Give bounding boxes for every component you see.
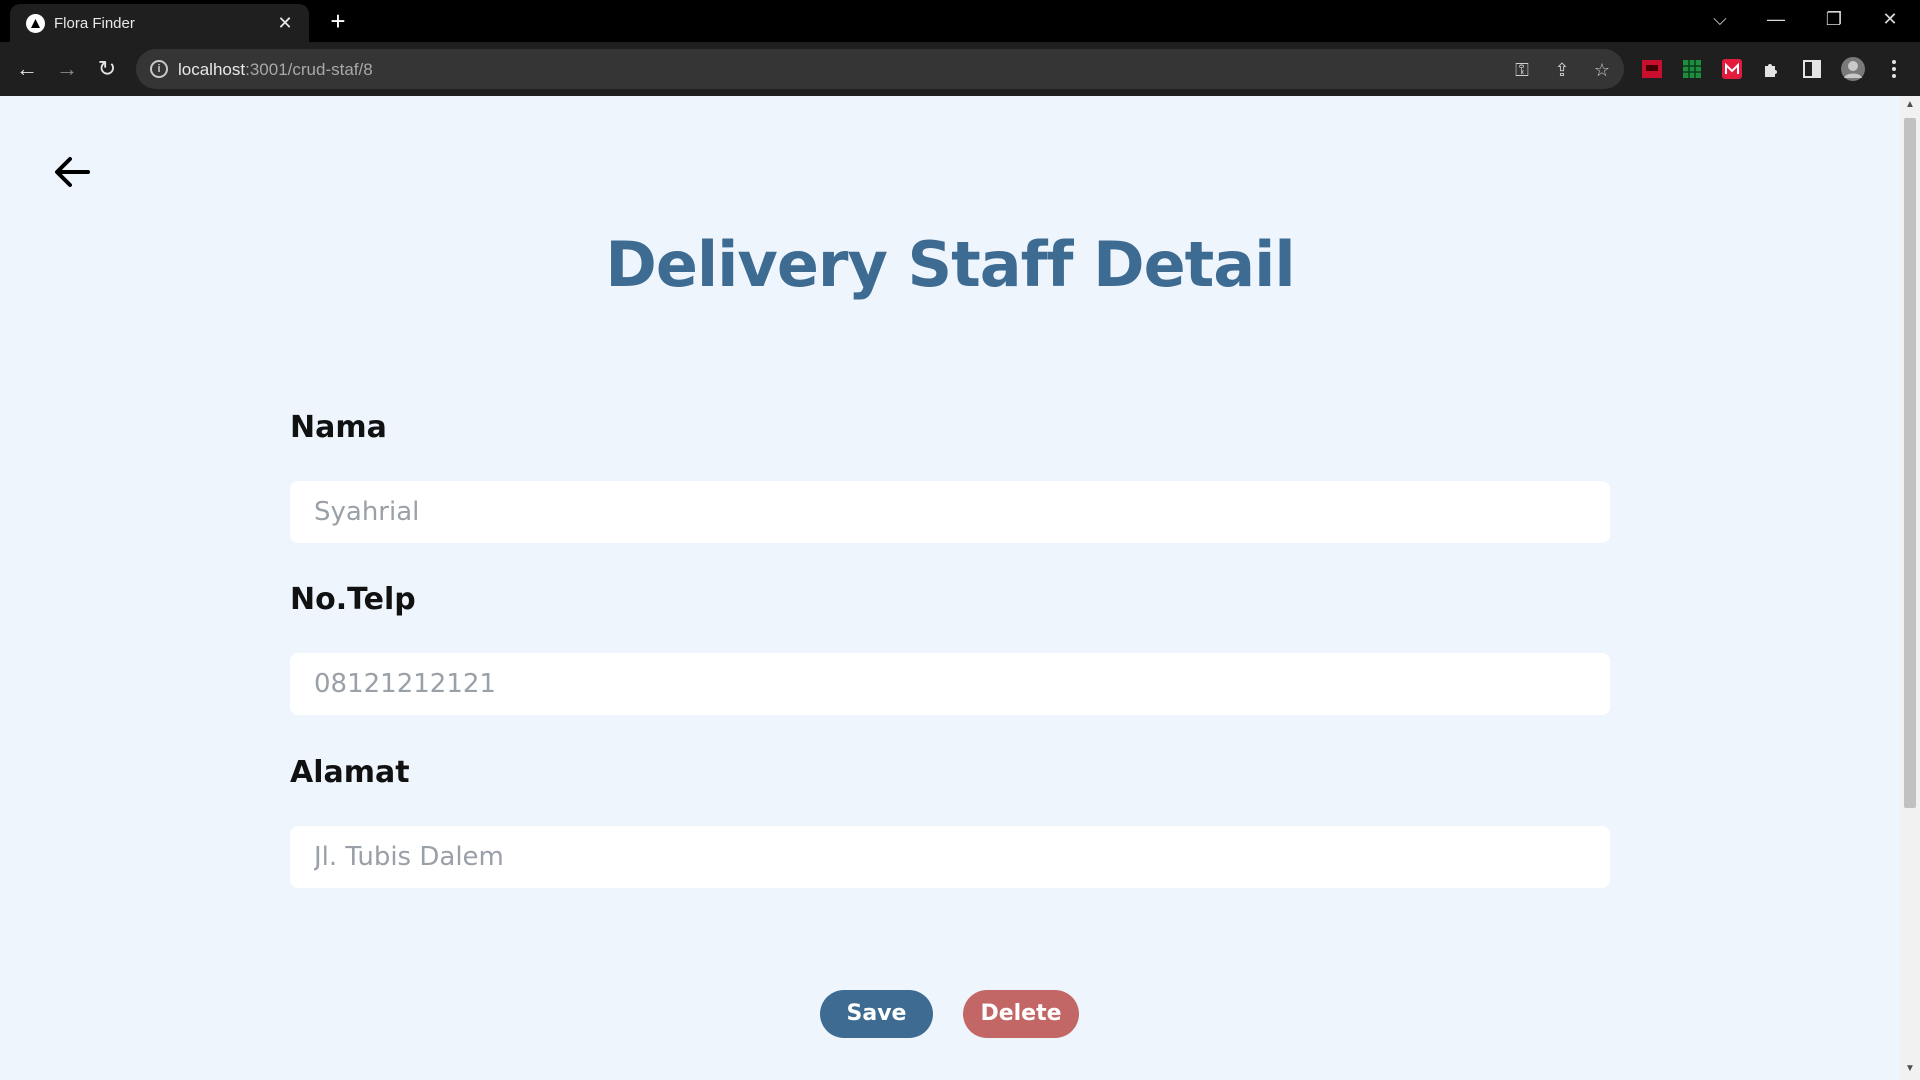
phone-input[interactable]: [290, 653, 1610, 715]
phone-label: No.Telp: [290, 582, 416, 617]
scrollbar-thumb[interactable]: [1904, 118, 1916, 808]
browser-tab[interactable]: Flora Finder ✕: [10, 4, 309, 42]
profile-avatar[interactable]: [1840, 56, 1865, 81]
side-panel-icon[interactable]: [1800, 57, 1824, 81]
page-title: Delivery Staff Detail: [605, 228, 1295, 301]
save-button[interactable]: Save: [820, 990, 933, 1038]
browser-titlebar: Flora Finder ✕ + ⌵ — ❐ ✕: [0, 0, 1920, 42]
address-input[interactable]: [290, 826, 1610, 888]
key-icon[interactable]: ⚿: [1510, 58, 1534, 82]
browser-toolbar: ← → ↻ i localhost:3001/crud-staf/8 ⚿ ⇪ ☆: [0, 42, 1920, 96]
puzzle-icon[interactable]: [1760, 57, 1784, 81]
name-input[interactable]: [290, 481, 1610, 543]
triangle-favicon-icon: [26, 14, 45, 33]
back-nav-icon[interactable]: ←: [11, 53, 43, 85]
site-info-icon[interactable]: i: [150, 60, 168, 78]
address-bar[interactable]: i localhost:3001/crud-staf/8 ⚿ ⇪ ☆: [136, 49, 1624, 89]
tab-close-icon[interactable]: ✕: [275, 13, 295, 33]
reload-icon[interactable]: ↻: [91, 53, 123, 85]
restore-button[interactable]: ❐: [1806, 0, 1862, 42]
name-label: Nama: [290, 410, 387, 445]
tab-search-icon[interactable]: ⌵: [1692, 0, 1748, 42]
green-extension-icon[interactable]: [1680, 57, 1704, 81]
menu-icon[interactable]: [1882, 57, 1906, 81]
url-text[interactable]: localhost:3001/crud-staf/8: [178, 60, 373, 80]
scrollbar[interactable]: ▲ ▼: [1900, 96, 1920, 1080]
back-arrow-icon[interactable]: [52, 152, 92, 192]
close-window-button[interactable]: ✕: [1862, 0, 1918, 42]
scroll-down-icon[interactable]: ▼: [1905, 1064, 1915, 1074]
red-extension-icon[interactable]: [1640, 57, 1664, 81]
page-content: Delivery Staff Detail Nama No.Telp Alama…: [0, 96, 1900, 1080]
forward-nav-icon[interactable]: →: [51, 53, 83, 85]
delete-button[interactable]: Delete: [963, 990, 1079, 1038]
bookmark-star-icon[interactable]: ☆: [1590, 58, 1614, 82]
new-tab-button[interactable]: +: [325, 8, 351, 34]
red-m-extension-icon[interactable]: [1720, 57, 1744, 81]
minimize-button[interactable]: —: [1748, 0, 1804, 42]
address-label: Alamat: [290, 755, 410, 790]
scroll-up-icon[interactable]: ▲: [1905, 100, 1915, 110]
tab-title: Flora Finder: [54, 15, 135, 32]
share-icon[interactable]: ⇪: [1550, 58, 1574, 82]
